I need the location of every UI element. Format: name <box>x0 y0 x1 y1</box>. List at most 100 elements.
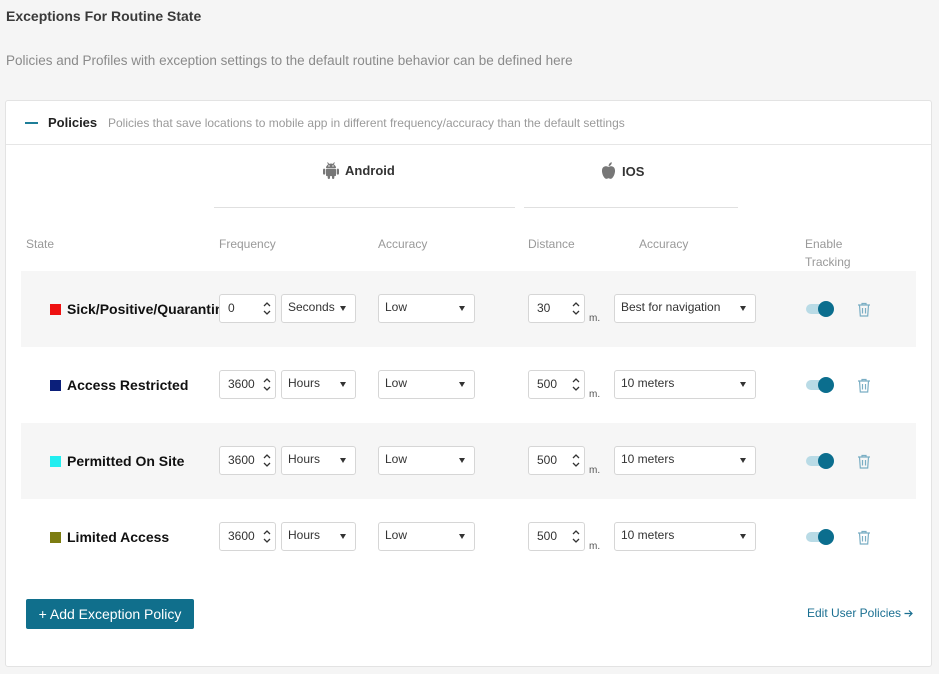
policy-row: Access Restricted 3600 Hours Low 500 m. … <box>21 347 916 423</box>
ios-divider <box>524 207 738 208</box>
up-down-spinner-icon[interactable] <box>263 453 271 468</box>
android-label: Android <box>345 163 395 178</box>
add-exception-policy-button[interactable]: + Add Exception Policy <box>26 599 194 629</box>
distance-input[interactable]: 30 <box>528 294 585 323</box>
policy-row: Limited Access 3600 Hours Low 500 m. 10 … <box>21 499 916 575</box>
frequency-unit-select[interactable]: Seconds <box>281 294 356 323</box>
frequency-input[interactable]: 0 <box>219 294 276 323</box>
distance-value: 500 <box>537 529 558 543</box>
toggle-knob <box>818 377 834 393</box>
frequency-input[interactable]: 3600 <box>219 522 276 551</box>
caret-down-icon <box>459 534 465 539</box>
edit-user-policies-link[interactable]: Edit User Policies <box>807 606 913 620</box>
distance-input[interactable]: 500 <box>528 522 585 551</box>
state-cell: Limited Access <box>50 499 220 575</box>
android-accuracy-value: Low <box>385 300 408 314</box>
tracking-toggle[interactable] <box>806 301 834 317</box>
tracking-toggle[interactable] <box>806 529 834 545</box>
trash-icon[interactable] <box>857 302 871 317</box>
ios-accuracy-select[interactable]: 10 meters <box>614 446 756 475</box>
state-name: Access Restricted <box>67 377 189 393</box>
android-accuracy-select[interactable]: Low <box>378 522 475 551</box>
frequency-value: 0 <box>228 301 235 315</box>
state-name: Sick/Positive/Quarantine <box>67 301 220 317</box>
caret-down-icon <box>740 306 746 311</box>
frequency-input[interactable]: 3600 <box>219 370 276 399</box>
ios-accuracy-select[interactable]: Best for navigation <box>614 294 756 323</box>
minus-icon[interactable] <box>25 122 38 124</box>
ios-accuracy-value: Best for navigation <box>621 300 721 314</box>
toggle-knob <box>818 529 834 545</box>
policies-header[interactable]: Policies Policies that save locations to… <box>6 101 931 145</box>
section-description: Policies that save locations to mobile a… <box>108 116 625 130</box>
ios-accuracy-value: 10 meters <box>621 452 675 466</box>
ios-accuracy-value: 10 meters <box>621 376 675 390</box>
arrow-right-icon <box>904 609 913 617</box>
caret-down-icon <box>740 458 746 463</box>
col-state: State <box>26 237 55 251</box>
page-title: Exceptions For Routine State <box>6 8 202 24</box>
ios-accuracy-select[interactable]: 10 meters <box>614 522 756 551</box>
distance-input[interactable]: 500 <box>528 370 585 399</box>
distance-unit: m. <box>589 541 601 552</box>
up-down-spinner-icon[interactable] <box>572 529 580 544</box>
android-icon <box>323 162 339 179</box>
android-accuracy-select[interactable]: Low <box>378 446 475 475</box>
android-accuracy-value: Low <box>385 452 408 466</box>
policy-row: Sick/Positive/Quarantine 0 Seconds Low 3… <box>21 271 916 347</box>
ios-label: IOS <box>622 163 645 179</box>
frequency-value: 3600 <box>228 453 255 467</box>
up-down-spinner-icon[interactable] <box>572 377 580 392</box>
state-color-swatch <box>50 531 61 543</box>
apple-icon <box>601 162 616 179</box>
tracking-toggle[interactable] <box>806 377 834 393</box>
frequency-value: 3600 <box>228 529 255 543</box>
android-accuracy-value: Low <box>385 376 408 390</box>
trash-icon[interactable] <box>857 454 871 469</box>
state-name: Limited Access <box>67 529 170 545</box>
frequency-unit-value: Hours <box>288 452 321 466</box>
col-accuracy-ios: Accuracy <box>639 237 689 251</box>
up-down-spinner-icon[interactable] <box>572 453 580 468</box>
up-down-spinner-icon[interactable] <box>263 301 271 316</box>
caret-down-icon <box>459 458 465 463</box>
android-accuracy-select[interactable]: Low <box>378 294 475 323</box>
policies-card: Policies Policies that save locations to… <box>5 100 932 667</box>
col-enable-tracking: Enable Tracking <box>805 237 851 269</box>
state-cell: Permitted On Site <box>50 423 220 499</box>
caret-down-icon <box>740 382 746 387</box>
ios-header: IOS <box>600 161 644 181</box>
frequency-unit-select[interactable]: Hours <box>281 370 356 399</box>
distance-unit: m. <box>589 389 601 400</box>
trash-icon[interactable] <box>857 378 871 393</box>
state-name: Permitted On Site <box>67 453 185 469</box>
caret-down-icon <box>340 534 346 539</box>
col-distance: Distance <box>528 237 575 251</box>
android-accuracy-select[interactable]: Low <box>378 370 475 399</box>
caret-down-icon <box>740 534 746 539</box>
up-down-spinner-icon[interactable] <box>263 377 271 392</box>
distance-value: 500 <box>537 377 558 391</box>
state-color-swatch <box>50 379 61 391</box>
ios-accuracy-select[interactable]: 10 meters <box>614 370 756 399</box>
col-accuracy-android: Accuracy <box>378 237 428 251</box>
frequency-unit-value: Hours <box>288 376 321 390</box>
tracking-toggle[interactable] <box>806 453 834 469</box>
caret-down-icon <box>340 306 346 311</box>
frequency-unit-select[interactable]: Hours <box>281 446 356 475</box>
caret-down-icon <box>459 382 465 387</box>
state-cell: Sick/Positive/Quarantine <box>50 271 220 347</box>
caret-down-icon <box>340 382 346 387</box>
frequency-input[interactable]: 3600 <box>219 446 276 475</box>
caret-down-icon <box>340 458 346 463</box>
up-down-spinner-icon[interactable] <box>572 301 580 316</box>
frequency-value: 3600 <box>228 377 255 391</box>
state-color-swatch <box>50 303 61 315</box>
trash-icon[interactable] <box>857 530 871 545</box>
up-down-spinner-icon[interactable] <box>263 529 271 544</box>
distance-input[interactable]: 500 <box>528 446 585 475</box>
distance-unit: m. <box>589 465 601 476</box>
frequency-unit-select[interactable]: Hours <box>281 522 356 551</box>
toggle-knob <box>818 453 834 469</box>
distance-unit: m. <box>589 313 601 324</box>
